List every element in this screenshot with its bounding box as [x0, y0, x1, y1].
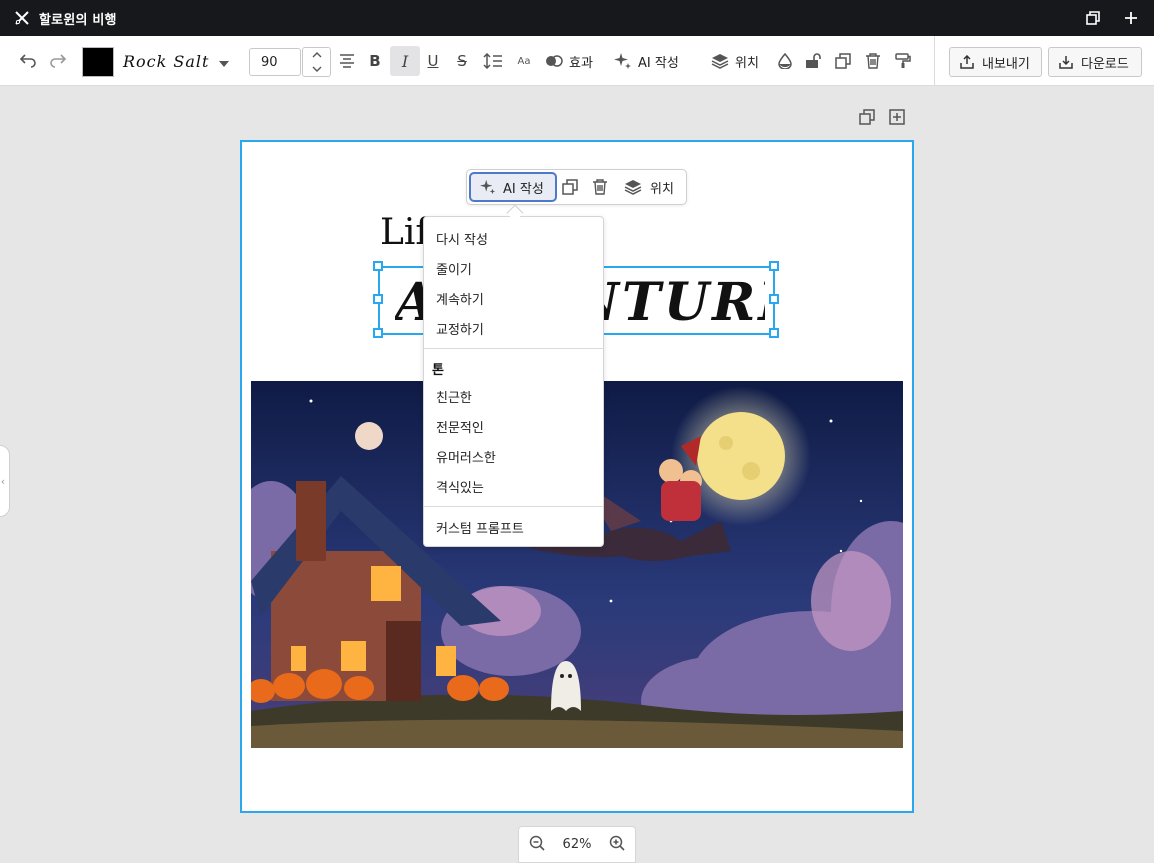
menu-item-tone-professional[interactable]: 전문적인	[436, 417, 484, 436]
layers-icon	[711, 54, 729, 69]
position-button[interactable]: 위치	[711, 36, 759, 86]
font-name: Rock Salt	[123, 51, 210, 71]
side-panel-toggle[interactable]: ‹	[0, 445, 10, 517]
resize-handle-mr[interactable]	[769, 294, 779, 304]
resize-handle-tr[interactable]	[769, 261, 779, 271]
font-size-stepper[interactable]	[302, 47, 331, 77]
resize-handle-bl[interactable]	[373, 328, 383, 338]
chevron-left-icon: ‹	[0, 474, 6, 488]
title-bar: 할로윈의 비행	[0, 0, 1154, 36]
effects-button[interactable]: 효과	[545, 36, 593, 86]
menu-item-tone-friendly[interactable]: 친근한	[436, 387, 472, 406]
underline-icon[interactable]: U	[423, 36, 443, 86]
main-toolbar: Rock Salt 90 B I U S Aa 효과 AI 작성 위치 내보내기…	[0, 36, 1154, 86]
download-icon	[1059, 56, 1073, 69]
tone-header: 톤	[432, 363, 444, 378]
zoom-in-icon[interactable]	[609, 835, 625, 855]
line-height-icon[interactable]	[481, 36, 505, 86]
duplicate-page-icon[interactable]	[858, 108, 876, 126]
ai-write-label: AI 작성	[638, 55, 679, 71]
effects-icon	[546, 55, 563, 67]
position-label: 위치	[735, 55, 759, 71]
redo-icon[interactable]	[46, 36, 70, 86]
font-size-input[interactable]: 90	[249, 48, 301, 76]
strikethrough-icon[interactable]: S	[452, 36, 472, 86]
opacity-icon[interactable]	[775, 36, 795, 86]
toolbar-divider	[934, 36, 935, 86]
resize-handle-tl[interactable]	[373, 261, 383, 271]
zoom-control: 62%	[518, 826, 636, 863]
trash-icon[interactable]	[862, 36, 884, 86]
download-label: 다운로드	[1081, 56, 1129, 72]
plus-icon[interactable]	[1122, 9, 1140, 27]
menu-item-proofread[interactable]: 교정하기	[436, 319, 484, 338]
ai-write-context-label: AI 작성	[503, 181, 544, 197]
tools-icon	[14, 10, 30, 26]
trash-icon[interactable]	[592, 170, 608, 204]
layers-icon	[624, 180, 642, 195]
chevron-down-icon	[219, 52, 230, 71]
duplicate-icon[interactable]	[562, 170, 578, 204]
position-context-label: 위치	[650, 181, 674, 197]
zoom-level: 62%	[562, 837, 592, 852]
context-toolbar: AI 작성 위치	[466, 169, 687, 205]
menu-divider	[424, 348, 603, 349]
align-center-icon[interactable]	[336, 36, 358, 86]
export-label: 내보내기	[982, 56, 1030, 72]
sparkle-icon	[480, 179, 496, 195]
menu-item-tone-formal[interactable]: 격식있는	[436, 477, 484, 496]
menu-divider	[424, 506, 603, 507]
download-button[interactable]: 다운로드	[1048, 47, 1142, 77]
menu-item-tone-humorous[interactable]: 유머러스한	[436, 447, 496, 466]
font-selector[interactable]: Rock Salt	[123, 36, 230, 86]
unlock-icon[interactable]	[803, 36, 823, 86]
ai-write-button[interactable]: AI 작성	[614, 36, 679, 86]
effects-label: 효과	[569, 55, 593, 71]
paint-roller-icon[interactable]	[892, 36, 914, 86]
export-button[interactable]: 내보내기	[949, 47, 1042, 77]
page-actions	[858, 108, 906, 126]
export-icon	[960, 55, 974, 69]
heading-text-partial[interactable]: Lif	[380, 212, 429, 253]
duplicate-icon[interactable]	[832, 36, 854, 86]
ai-write-context-button[interactable]: AI 작성	[469, 172, 557, 202]
text-color-swatch[interactable]	[82, 47, 114, 77]
restore-window-icon[interactable]	[1084, 9, 1102, 27]
menu-item-rewrite[interactable]: 다시 작성	[436, 229, 488, 248]
document-title: 할로윈의 비행	[39, 12, 117, 28]
add-page-icon[interactable]	[888, 108, 906, 126]
bold-icon[interactable]: B	[365, 36, 385, 86]
ai-write-menu: 다시 작성 줄이기 계속하기 교정하기 톤 친근한 전문적인 유머러스한 격식있…	[423, 216, 604, 547]
text-case-icon[interactable]: Aa	[513, 36, 535, 86]
menu-item-custom-prompt[interactable]: 커스텀 프롬프트	[436, 518, 524, 537]
position-context-button[interactable]: 위치	[624, 170, 674, 204]
chevron-down-icon	[312, 66, 321, 72]
italic-icon[interactable]: I	[395, 36, 415, 86]
menu-item-shorten[interactable]: 줄이기	[436, 259, 472, 278]
zoom-out-icon[interactable]	[529, 835, 545, 855]
chevron-up-icon	[312, 52, 321, 58]
undo-icon[interactable]	[16, 36, 40, 86]
menu-item-continue[interactable]: 계속하기	[436, 289, 484, 308]
resize-handle-br[interactable]	[769, 328, 779, 338]
resize-handle-ml[interactable]	[373, 294, 383, 304]
sparkle-icon	[614, 53, 631, 69]
